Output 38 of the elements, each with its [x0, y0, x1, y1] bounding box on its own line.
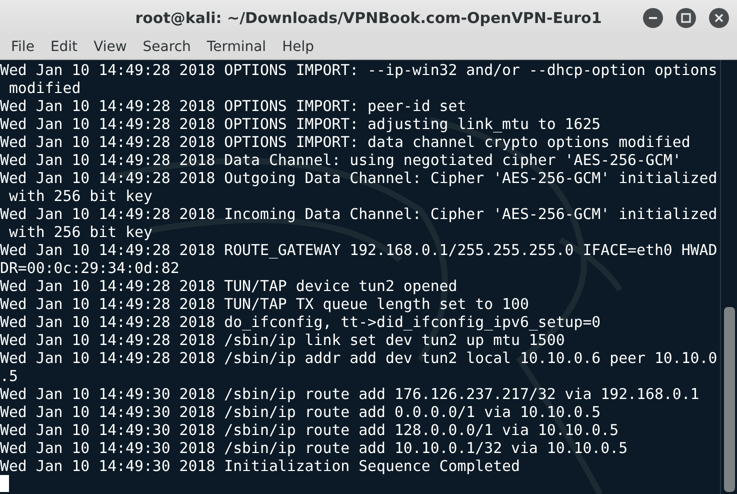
terminal-line: Wed Jan 10 14:49:30 2018 /sbin/ip route add 176.126.237.217/32 via 192.168.0.1 — [0, 385, 700, 403]
terminal-line: Wed Jan 10 14:49:28 2018 OPTIONS IMPORT: peer-id set — [0, 97, 468, 115]
terminal-line: Wed Jan 10 14:49:28 2018 OPTIONS IMPORT: data channel crypto options modified — [0, 133, 692, 151]
terminal-line: Wed Jan 10 14:49:28 2018 /sbin/ip addr add dev tun2 local 10.10.0.6 peer 10.10.0 — [0, 349, 718, 367]
terminal-line: with 256 bit key — [8, 187, 154, 205]
terminal-line: Wed Jan 10 14:49:28 2018 TUN/TAP device tun2 opened — [0, 277, 458, 295]
terminal-line: .5 — [0, 367, 19, 385]
terminal-line: Wed Jan 10 14:49:28 2018 Data Channel: using negotiated cipher 'AES-256-GCM' — [0, 151, 682, 169]
terminal-line: Wed Jan 10 14:49:30 2018 /sbin/ip route add 10.10.0.1/32 via 10.10.0.5 — [0, 439, 629, 457]
window-title: root@kali: ~/Downloads/VPNBook.com-OpenVPN-Euro1 — [135, 8, 602, 26]
terminal-line: Wed Jan 10 14:49:28 2018 /sbin/ip link set dev tun2 up mtu 1500 — [0, 331, 566, 349]
terminal-line: with 256 bit key — [8, 223, 154, 241]
close-button[interactable] — [709, 8, 729, 28]
menu-item[interactable]: Help — [274, 37, 322, 57]
menu-item[interactable]: File — [3, 37, 42, 57]
close-icon — [714, 12, 724, 22]
terminal-cursor — [0, 475, 9, 492]
menu-item[interactable]: View — [86, 37, 135, 57]
terminal-line: Wed Jan 10 14:49:28 2018 Outgoing Data Channel: Cipher 'AES-256-GCM' initialized — [0, 169, 718, 187]
terminal-line: Wed Jan 10 14:49:28 2018 Incoming Data Channel: Cipher 'AES-256-GCM' initialized — [0, 205, 718, 223]
terminal-line: Wed Jan 10 14:49:28 2018 OPTIONS IMPORT: --ip-win32 and/or --dhcp-option options — [0, 61, 718, 79]
terminal-line: Wed Jan 10 14:49:28 2018 ROUTE_GATEWAY 192.168.0.1/255.255.255.0 IFACE=eth0 HWAD — [0, 241, 718, 259]
menu-item[interactable]: Search — [134, 37, 199, 57]
terminal-line: Wed Jan 10 14:49:28 2018 do_ifconfig, tt->did_ifconfig_ipv6_setup=0 — [0, 313, 602, 331]
scrollbar-thumb[interactable] — [724, 307, 735, 492]
maximize-button[interactable] — [676, 8, 696, 28]
terminal-line: DR=00:0c:29:34:0d:82 — [0, 259, 180, 277]
terminal-line: modified — [8, 79, 82, 97]
menu-item[interactable]: Edit — [42, 37, 86, 57]
menu-item[interactable]: Terminal — [198, 37, 274, 57]
terminal-line: Wed Jan 10 14:49:30 2018 /sbin/ip route add 0.0.0.0/1 via 10.10.0.5 — [0, 403, 602, 421]
terminal-line: Wed Jan 10 14:49:30 2018 Initialization Sequence Completed — [0, 457, 521, 475]
terminal-line: Wed Jan 10 14:49:30 2018 /sbin/ip route add 128.0.0.0/1 via 10.10.0.5 — [0, 421, 620, 439]
minimize-button[interactable] — [643, 8, 663, 28]
terminal-line: Wed Jan 10 14:49:28 2018 OPTIONS IMPORT: adjusting link_mtu to 1625 — [0, 115, 602, 133]
scrollbar[interactable] — [720, 60, 737, 494]
maximize-icon — [681, 12, 691, 22]
terminal-line: Wed Jan 10 14:49:28 2018 TUN/TAP TX queue length set to 100 — [0, 295, 530, 313]
